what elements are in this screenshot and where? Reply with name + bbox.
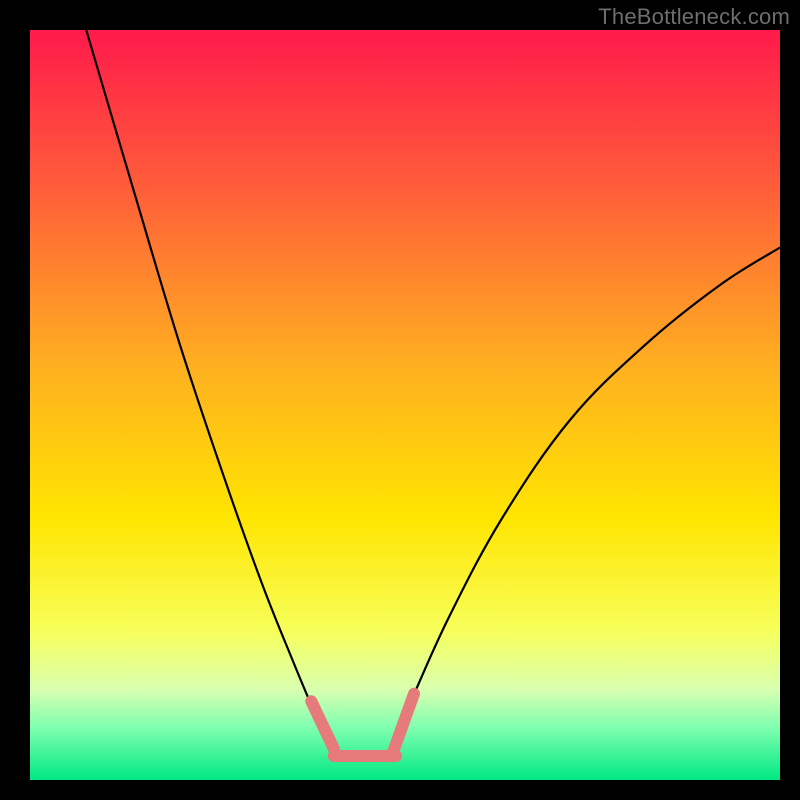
watermark-text: TheBottleneck.com <box>598 4 790 30</box>
chart-svg <box>0 0 800 800</box>
chart-frame: { "watermark": "TheBottleneck.com", "cha… <box>0 0 800 800</box>
plot-background <box>30 30 780 780</box>
